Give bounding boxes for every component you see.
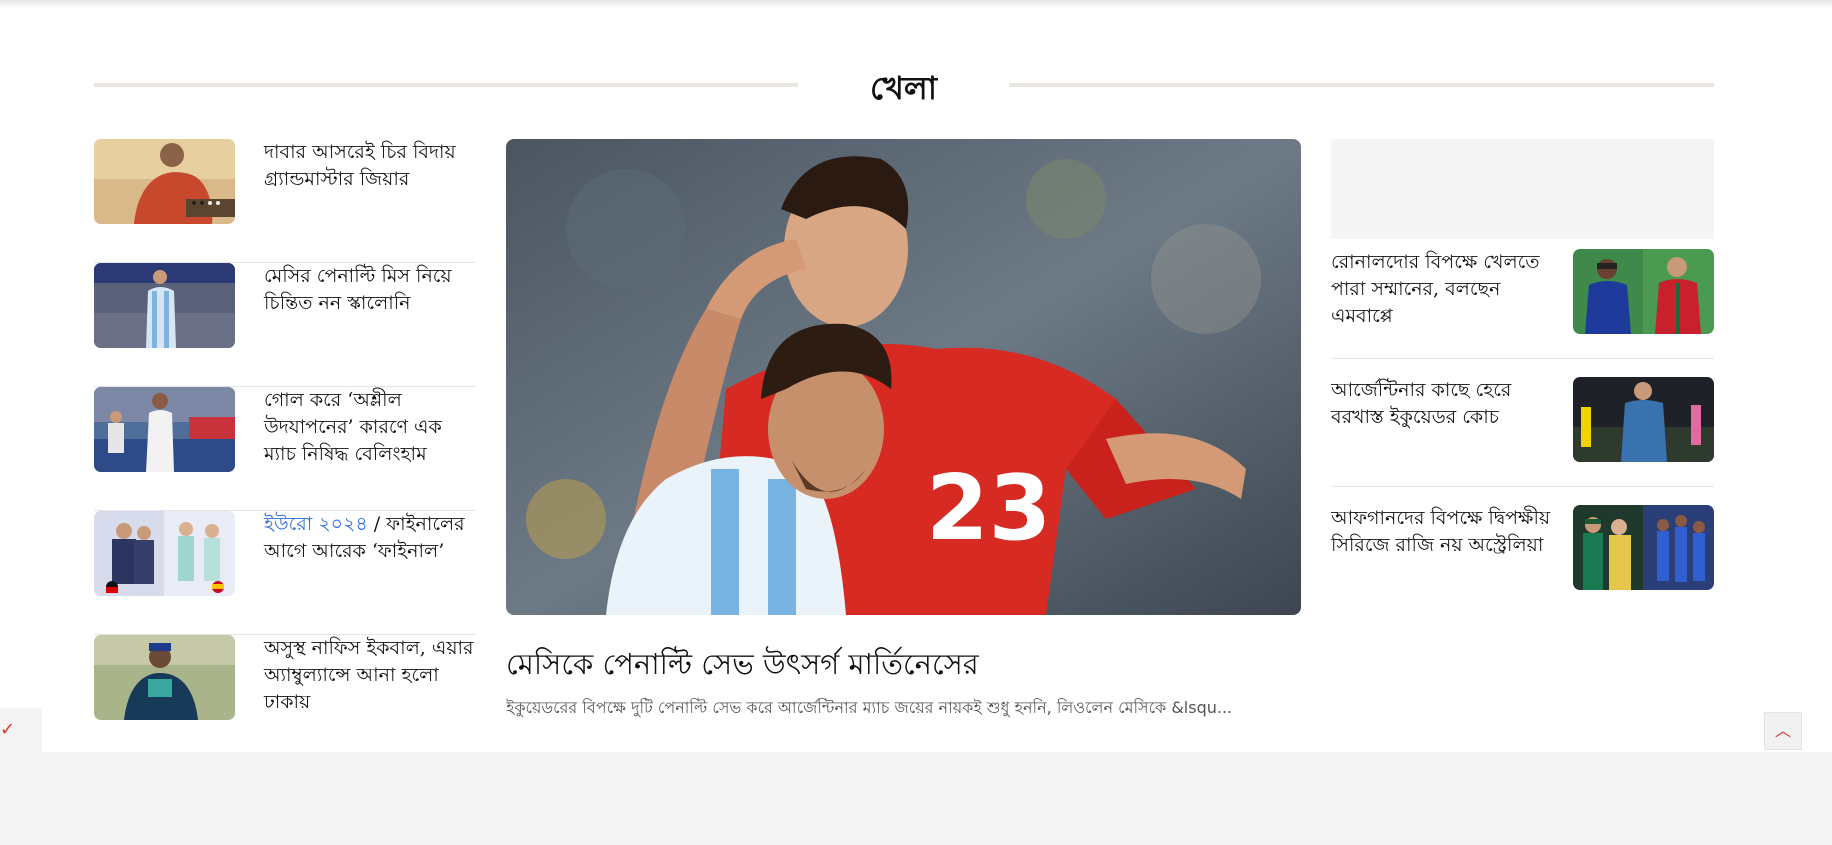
featured-summary: ইকুয়েডরের বিপক্ষে দুটি পেনাল্টি সেভ করে… — [506, 698, 1233, 717]
jersey-number: 23 — [926, 456, 1051, 561]
story-thumbnail[interactable] — [94, 263, 235, 348]
story-item[interactable]: অসুস্থ নাফিস ইকবাল, এয়ার অ্যাম্বুল্যান্… — [94, 635, 476, 758]
left-story-list: দাবার আসরেই চির বিদায় গ্র্যান্ডমাস্টার … — [94, 139, 476, 758]
ad-placeholder — [1331, 139, 1714, 239]
kicker-separator: / — [367, 513, 387, 535]
story-thumbnail[interactable] — [1573, 249, 1714, 334]
footer-band — [0, 752, 1832, 845]
story-item[interactable]: দাবার আসরেই চির বিদায় গ্র্যান্ডমাস্টার … — [94, 139, 476, 263]
check-icon[interactable]: ✓ — [0, 708, 42, 752]
story-headline[interactable]: দাবার আসরেই চির বিদায় গ্র্যান্ডমাস্টার … — [264, 139, 476, 193]
story-item[interactable]: ইউরো ২০২৪ / ফাইনালের আগে আরেক ‘ফাইনাল’ — [94, 511, 476, 635]
section-title[interactable]: খেলা — [798, 63, 1009, 117]
story-headline[interactable]: আফগানদের বিপক্ষে দ্বিপক্ষীয় সিরিজে রাজি… — [1331, 505, 1553, 559]
section-header: খেলা — [94, 55, 1714, 115]
story-item[interactable]: গোল করে ‘অশ্লীল উদযাপনের’ কারণে এক ম্যাচ… — [94, 387, 476, 511]
scroll-top-button[interactable]: ︿ — [1764, 712, 1802, 750]
section-divider-right — [1009, 83, 1714, 87]
right-story-list: রোনালদোর বিপক্ষে খেলতে পারা সম্মানের, বল… — [1331, 249, 1714, 632]
story-thumbnail[interactable] — [1573, 505, 1714, 590]
story-headline[interactable]: রোনালদোর বিপক্ষে খেলতে পারা সম্মানের, বল… — [1331, 249, 1553, 330]
chevron-up-icon: ︿ — [1774, 721, 1791, 740]
story-thumbnail[interactable] — [1573, 377, 1714, 462]
story-headline[interactable]: আর্জেন্টিনার কাছে হেরে বরখাস্ত ইকুয়েডর … — [1331, 377, 1553, 431]
story-thumbnail[interactable] — [94, 511, 235, 596]
featured-image[interactable]: 23 — [506, 139, 1301, 615]
header-shadow — [0, 0, 1832, 8]
story-headline[interactable]: ইউরো ২০২৪ / ফাইনালের আগে আরেক ‘ফাইনাল’ — [264, 511, 476, 565]
story-headline[interactable]: অসুস্থ নাফিস ইকবাল, এয়ার অ্যাম্বুল্যান্… — [264, 635, 476, 716]
featured-headline[interactable]: মেসিকে পেনাল্টি সেভ উৎসর্গ মার্তিনেসের — [506, 644, 1301, 684]
story-thumbnail[interactable] — [94, 139, 235, 224]
story-item[interactable]: আর্জেন্টিনার কাছে হেরে বরখাস্ত ইকুয়েডর … — [1331, 377, 1714, 487]
story-item[interactable]: রোনালদোর বিপক্ষে খেলতে পারা সম্মানের, বল… — [1331, 249, 1714, 359]
story-item[interactable]: আফগানদের বিপক্ষে দ্বিপক্ষীয় সিরিজে রাজি… — [1331, 505, 1714, 614]
story-thumbnail[interactable] — [94, 387, 235, 472]
story-thumbnail[interactable] — [94, 635, 235, 720]
story-headline[interactable]: মেসির পেনাল্টি মিস নিয়ে চিন্তিত নন স্কা… — [264, 263, 476, 317]
story-item[interactable]: মেসির পেনাল্টি মিস নিয়ে চিন্তিত নন স্কা… — [94, 263, 476, 387]
story-kicker-link[interactable]: ইউরো ২০২৪ — [264, 513, 368, 535]
story-headline[interactable]: গোল করে ‘অশ্লীল উদযাপনের’ কারণে এক ম্যাচ… — [264, 387, 476, 468]
section-divider-left — [94, 83, 798, 87]
